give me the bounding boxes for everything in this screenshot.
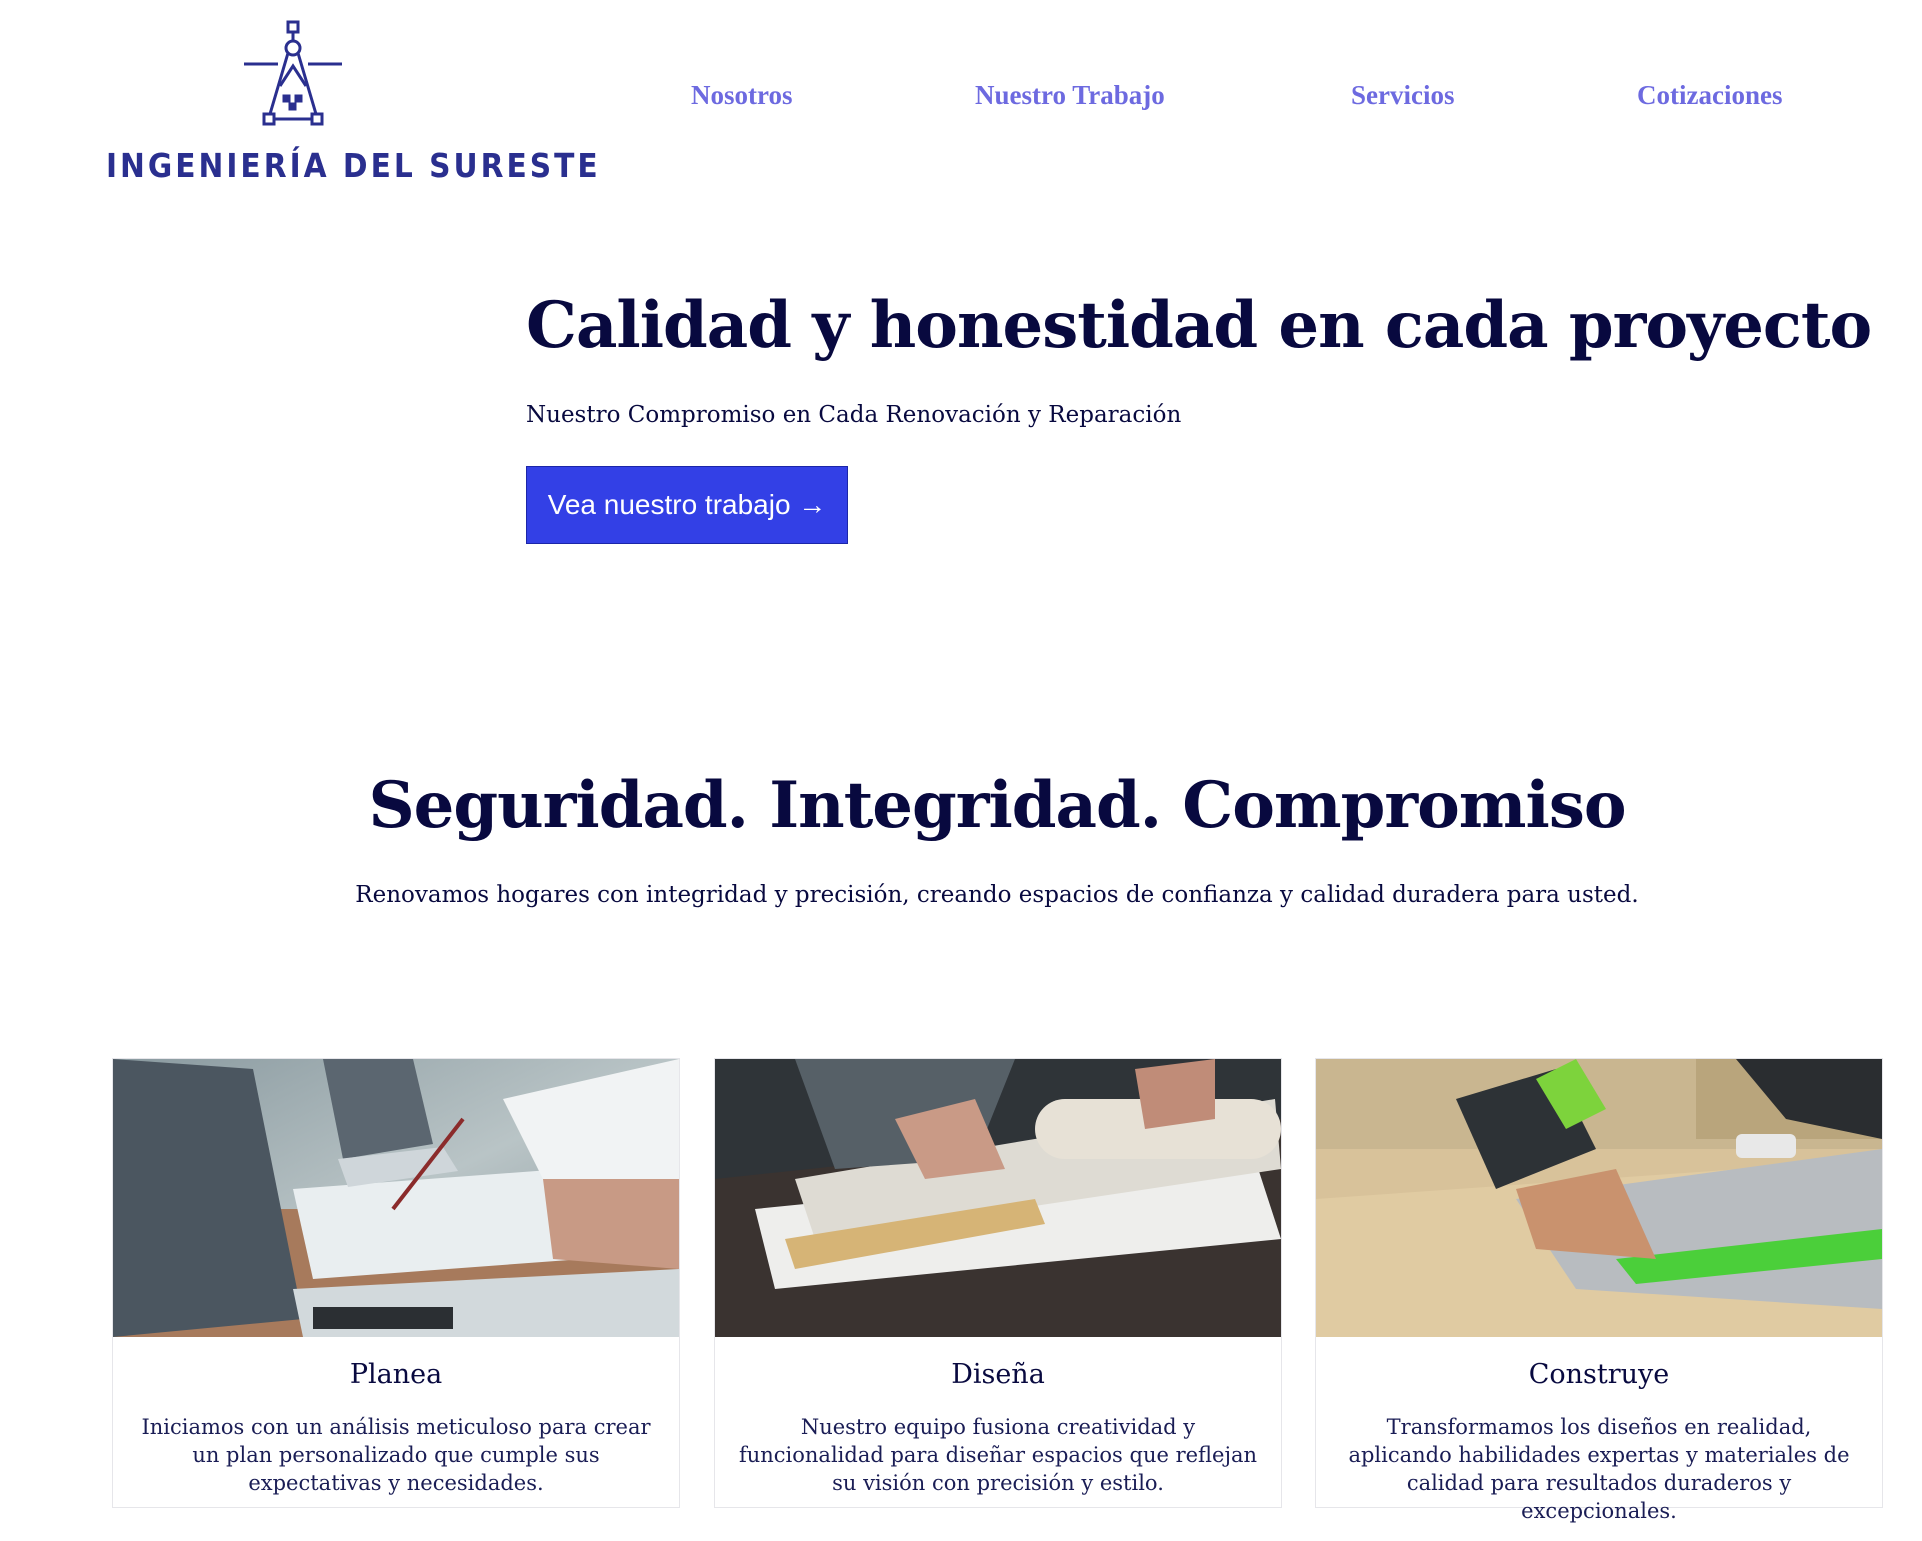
nav-link-servicios[interactable]: Servicios — [1351, 80, 1454, 111]
card-planea: Planea Iniciamos con un análisis meticul… — [112, 1058, 680, 1508]
nav-link-nosotros[interactable]: Nosotros — [691, 80, 793, 111]
hero-title: Calidad y honestidad en cada proyecto — [526, 288, 1872, 363]
site-header: INGENIERÍA DEL SURESTE Nosotros Nuestro … — [0, 0, 1922, 200]
planning-laptops-photo — [113, 1059, 679, 1337]
hero-subtitle: Nuestro Compromiso en Cada Renovación y … — [526, 402, 1182, 428]
card-text: Iniciamos con un análisis meticuloso par… — [141, 1415, 651, 1495]
view-work-button[interactable]: Vea nuestro trabajo → — [526, 466, 848, 544]
drafting-ruler-photo — [715, 1059, 1281, 1337]
card-disena: Diseña Nuestro equipo fusiona creativida… — [714, 1058, 1282, 1508]
brand-name: INGENIERÍA DEL SURESTE — [106, 146, 601, 185]
card-text: Transformamos los diseños en realidad, a… — [1348, 1415, 1850, 1523]
card-title: Construye — [1528, 1359, 1670, 1390]
card-title: Diseña — [951, 1359, 1045, 1390]
carpentry-saw-photo — [1316, 1059, 1882, 1337]
values-title: Seguridad. Integridad. Compromiso — [368, 768, 1626, 843]
values-subtitle: Renovamos hogares con integridad y preci… — [355, 882, 1639, 908]
card-construye: Construye Transformamos los diseños en r… — [1315, 1058, 1883, 1523]
card-title: Planea — [349, 1359, 443, 1390]
main-nav: Nosotros Nuestro Trabajo Servicios Cotiz… — [0, 80, 1922, 124]
card-text: Nuestro equipo fusiona creatividad y fun… — [738, 1415, 1258, 1495]
nav-link-cotizaciones[interactable]: Cotizaciones — [1637, 80, 1782, 111]
nav-link-nuestro-trabajo[interactable]: Nuestro Trabajo — [975, 80, 1165, 111]
